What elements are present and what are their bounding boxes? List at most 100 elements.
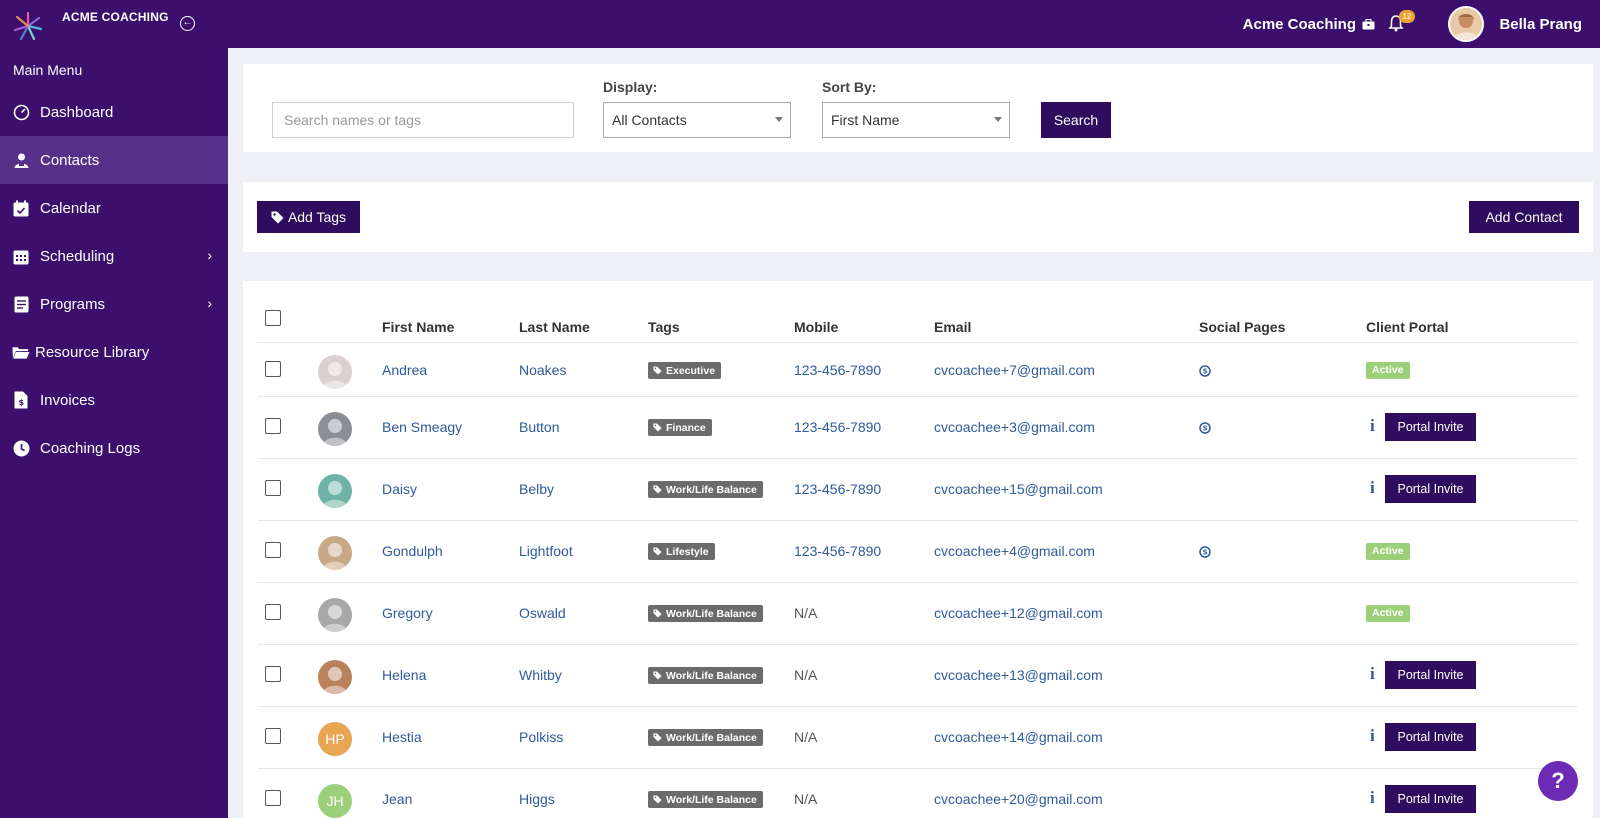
email-link[interactable]: cvcoachee+7@gmail.com <box>934 362 1095 378</box>
user-avatar[interactable] <box>1448 6 1484 42</box>
info-icon[interactable]: i <box>1370 478 1375 498</box>
organization-switcher[interactable]: Acme Coaching <box>1243 16 1375 33</box>
first-name-link[interactable]: Hestia <box>382 729 422 745</box>
last-name-link[interactable]: Belby <box>519 481 554 497</box>
column-header-email[interactable]: Email <box>934 319 971 335</box>
tag-icon <box>271 211 284 223</box>
first-name-link[interactable]: Andrea <box>382 362 427 378</box>
info-icon[interactable]: i <box>1370 664 1375 684</box>
skype-icon[interactable]: S <box>1199 545 1211 558</box>
sidebar-item-scheduling[interactable]: Scheduling › <box>0 232 228 280</box>
first-name-link[interactable]: Helena <box>382 667 426 683</box>
mobile-number[interactable]: 123-456-7890 <box>794 419 881 435</box>
row-checkbox[interactable] <box>265 604 281 620</box>
sidebar-item-invoices[interactable]: $ Invoices <box>0 376 228 424</box>
portal-invite-button[interactable]: Portal Invite <box>1385 785 1476 813</box>
column-header-tags[interactable]: Tags <box>648 319 680 335</box>
email-link[interactable]: cvcoachee+20@gmail.com <box>934 791 1103 807</box>
portal-invite-button[interactable]: Portal Invite <box>1385 661 1476 689</box>
column-header-last-name[interactable]: Last Name <box>519 319 590 335</box>
contact-tag[interactable]: Work/Life Balance <box>648 481 763 498</box>
mobile-number: N/A <box>794 791 818 807</box>
acme-logo-icon[interactable] <box>12 10 44 42</box>
help-button[interactable]: ? <box>1538 761 1578 801</box>
briefcase-icon <box>1362 19 1375 30</box>
skype-icon[interactable]: S <box>1199 421 1211 434</box>
tag-icon <box>653 671 662 680</box>
contact-tag[interactable]: Work/Life Balance <box>648 667 763 684</box>
portal-invite-button[interactable]: Portal Invite <box>1385 475 1476 503</box>
column-header-first-name[interactable]: First Name <box>382 319 454 335</box>
organization-name: Acme Coaching <box>1242 16 1356 33</box>
sidebar-item-coaching-logs[interactable]: Coaching Logs <box>0 424 228 472</box>
info-icon[interactable]: i <box>1370 726 1375 746</box>
mobile-number[interactable]: 123-456-7890 <box>794 543 881 559</box>
select-all-checkbox[interactable] <box>265 310 281 326</box>
add-tags-label: Add Tags <box>287 209 347 225</box>
first-name-link[interactable]: Daisy <box>382 481 417 497</box>
contact-tag[interactable]: Work/Life Balance <box>648 791 763 808</box>
column-header-client-portal[interactable]: Client Portal <box>1366 319 1448 335</box>
sidebar-item-programs[interactable]: Programs › <box>0 280 228 328</box>
email-link[interactable]: cvcoachee+13@gmail.com <box>934 667 1103 683</box>
sidebar-item-calendar[interactable]: Calendar <box>0 184 228 232</box>
portal-invite-button[interactable]: Portal Invite <box>1385 413 1476 441</box>
row-checkbox[interactable] <box>265 480 281 496</box>
contact-tag[interactable]: Work/Life Balance <box>648 729 763 746</box>
sidebar-item-label: Programs <box>40 295 106 313</box>
tag-label: Lifestyle <box>666 545 709 558</box>
skype-icon[interactable]: S <box>1199 364 1211 377</box>
sidebar-item-resource-library[interactable]: Resource Library <box>0 328 228 376</box>
last-name-link[interactable]: Lightfoot <box>519 543 573 559</box>
mobile-number: N/A <box>794 667 818 683</box>
email-link[interactable]: cvcoachee+15@gmail.com <box>934 481 1103 497</box>
last-name-link[interactable]: Whitby <box>519 667 562 683</box>
search-button[interactable]: Search <box>1041 102 1111 138</box>
display-select[interactable]: All Contacts <box>603 102 791 138</box>
mobile-number[interactable]: 123-456-7890 <box>794 362 881 378</box>
row-checkbox[interactable] <box>265 728 281 744</box>
sidebar-item-contacts[interactable]: Contacts <box>0 136 228 184</box>
email-link[interactable]: cvcoachee+12@gmail.com <box>934 605 1103 621</box>
avatar-initials: JH <box>326 793 344 809</box>
last-name-link[interactable]: Polkiss <box>519 729 563 745</box>
first-name-link[interactable]: Gondulph <box>382 543 443 559</box>
contact-tag[interactable]: Work/Life Balance <box>648 605 763 622</box>
search-input[interactable] <box>272 102 574 138</box>
top-bar: ACME COACHING ← Acme Coaching 12 Bella P… <box>0 0 1600 48</box>
add-tags-button[interactable]: Add Tags <box>257 201 360 233</box>
add-contact-button[interactable]: Add Contact <box>1469 201 1579 233</box>
sort-by-select[interactable]: First Name <box>822 102 1010 138</box>
mobile-number: N/A <box>794 605 818 621</box>
row-checkbox[interactable] <box>265 666 281 682</box>
sidebar-item-dashboard[interactable]: Dashboard <box>0 88 228 136</box>
last-name-link[interactable]: Higgs <box>519 791 555 807</box>
programs-icon <box>12 295 30 313</box>
portal-invite-button[interactable]: Portal Invite <box>1385 723 1476 751</box>
sidebar-item-label: Contacts <box>40 151 100 169</box>
row-checkbox[interactable] <box>265 790 281 806</box>
info-icon[interactable]: i <box>1370 788 1375 808</box>
first-name-link[interactable]: Ben Smeagy <box>382 419 462 435</box>
first-name-link[interactable]: Jean <box>382 791 412 807</box>
last-name-link[interactable]: Button <box>519 419 559 435</box>
column-header-social-pages[interactable]: Social Pages <box>1199 319 1285 335</box>
row-checkbox[interactable] <box>265 418 281 434</box>
user-name[interactable]: Bella Prang <box>1499 16 1582 33</box>
first-name-link[interactable]: Gregory <box>382 605 433 621</box>
mobile-number[interactable]: 123-456-7890 <box>794 481 881 497</box>
column-header-mobile[interactable]: Mobile <box>794 319 838 335</box>
row-checkbox[interactable] <box>265 542 281 558</box>
email-link[interactable]: cvcoachee+3@gmail.com <box>934 419 1095 435</box>
info-icon[interactable]: i <box>1370 416 1375 436</box>
tag-icon <box>653 795 662 804</box>
collapse-sidebar-icon[interactable]: ← <box>180 16 195 31</box>
email-link[interactable]: cvcoachee+4@gmail.com <box>934 543 1095 559</box>
last-name-link[interactable]: Noakes <box>519 362 566 378</box>
contact-tag[interactable]: Executive <box>648 362 722 379</box>
email-link[interactable]: cvcoachee+14@gmail.com <box>934 729 1103 745</box>
contact-tag[interactable]: Finance <box>648 419 712 436</box>
row-checkbox[interactable] <box>265 361 281 377</box>
contact-tag[interactable]: Lifestyle <box>648 543 715 560</box>
last-name-link[interactable]: Oswald <box>519 605 566 621</box>
